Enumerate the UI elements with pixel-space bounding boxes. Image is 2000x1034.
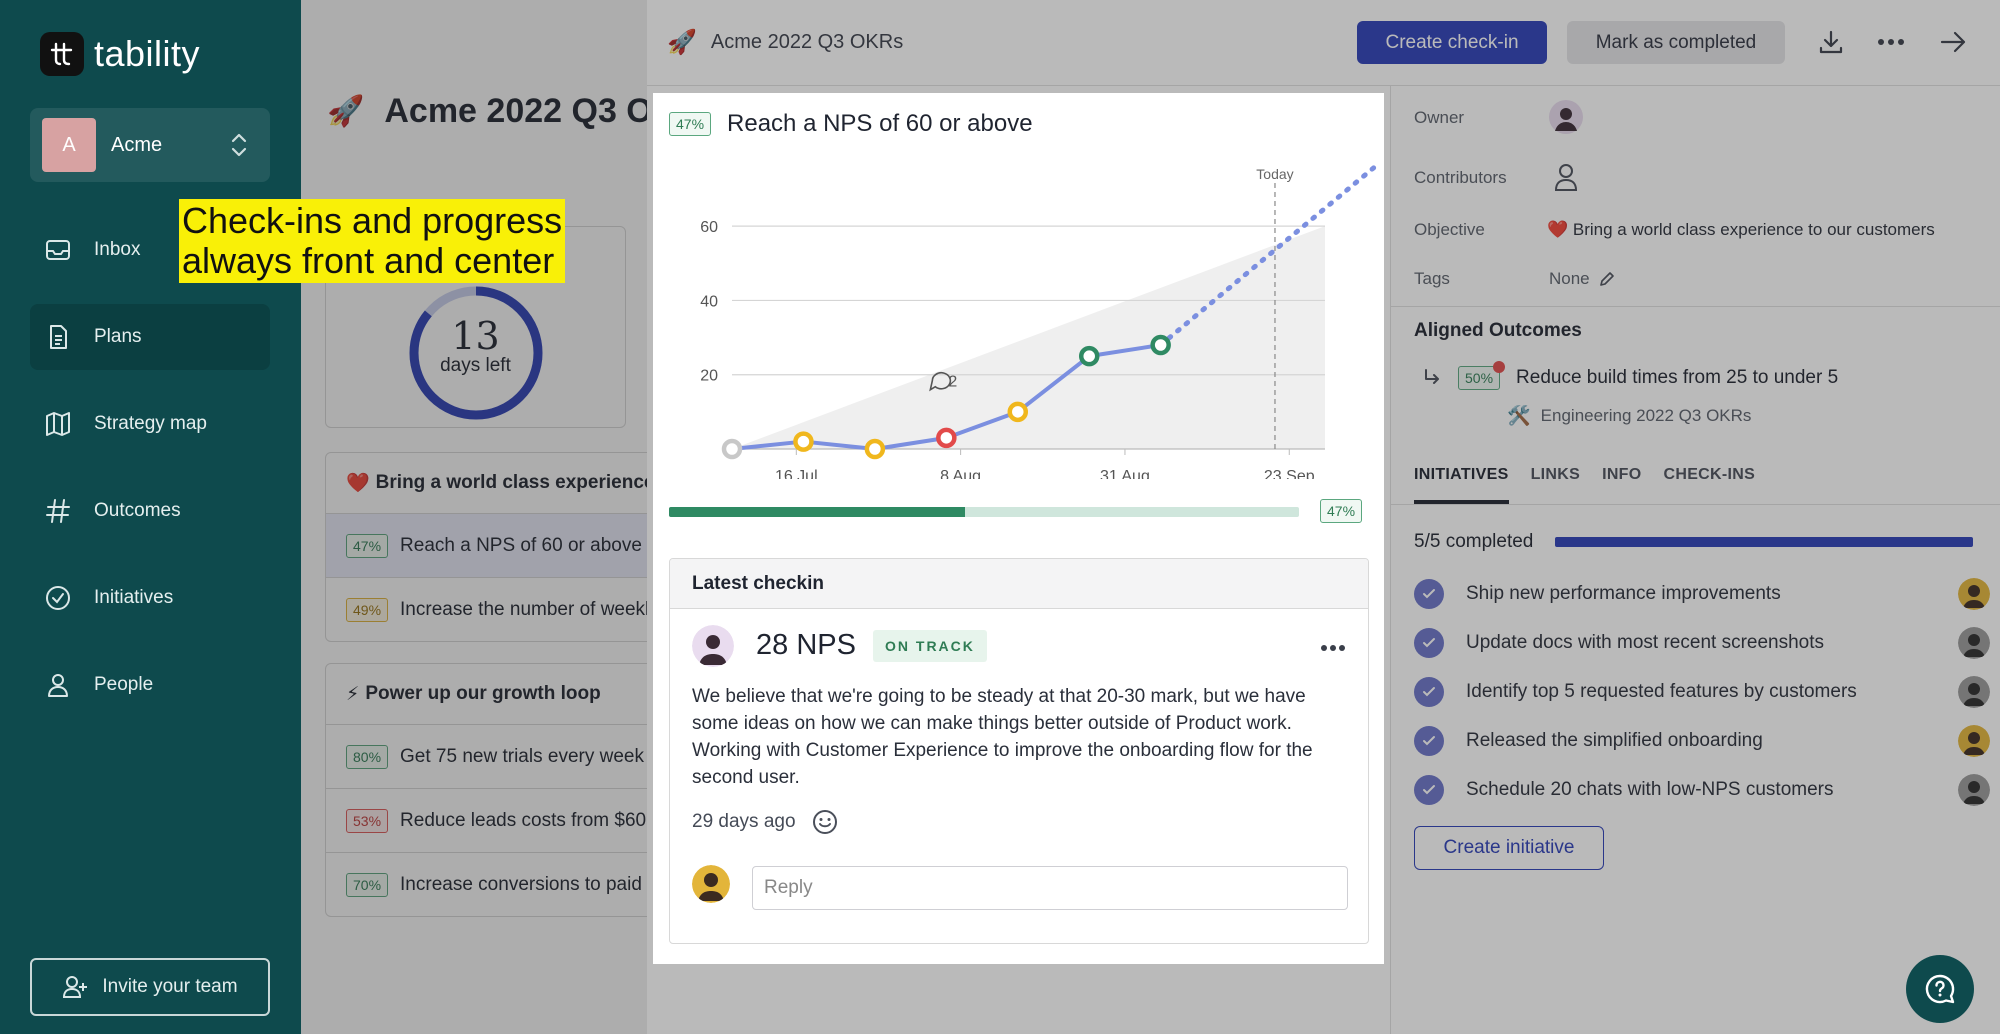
avatar	[692, 865, 730, 903]
workspace-avatar: A	[42, 118, 96, 172]
add-user-icon	[63, 976, 88, 998]
sidebar-item-outcomes[interactable]: Outcomes	[30, 478, 270, 544]
chevron-up-down-icon	[231, 133, 247, 157]
checkin-time: 29 days ago	[692, 811, 796, 832]
checkin-more-button[interactable]	[1320, 639, 1346, 657]
sidebar-item-strategy-map[interactable]: Strategy map	[30, 391, 270, 457]
data-point	[793, 431, 814, 452]
person-icon	[48, 674, 68, 697]
data-point	[864, 438, 886, 460]
y-tick-label: 20	[700, 368, 718, 385]
kr-title: Reach a NPS of 60 or above	[727, 110, 1033, 137]
x-tick-label: 23 Sep	[1264, 468, 1315, 479]
document-icon	[50, 325, 67, 349]
emoji-reaction-icon[interactable]	[812, 809, 838, 835]
workspace-switcher[interactable]: A Acme	[30, 108, 270, 182]
latest-checkin-card: Latest checkin 28 NPS ON TRACK We believ…	[669, 558, 1369, 944]
sidebar-nav: Inbox Plans Strategy map Outcomes Initia…	[30, 217, 270, 739]
invite-team-label: Invite your team	[102, 976, 238, 997]
checkin-body: We believe that we're going to be steady…	[692, 686, 1313, 788]
sidebar-item-initiatives[interactable]: Initiatives	[30, 565, 270, 631]
progress-chart[interactable]: 20 40 60 16 Jul 8 Aug 31 Aug 23 Sep Today 2	[653, 159, 1384, 479]
checkin-meta: 29 days ago	[692, 809, 838, 835]
progress-bar-fill	[669, 507, 966, 517]
chat-question-icon	[1925, 974, 1955, 1004]
hash-icon	[46, 499, 70, 523]
status-badge: ON TRACK	[873, 630, 987, 662]
sidebar-item-label: Outcomes	[94, 500, 181, 521]
invite-team-button[interactable]: Invite your team	[30, 958, 270, 1016]
inbox-icon	[46, 240, 70, 260]
workspace-name: Acme	[111, 133, 163, 156]
checkin-score: 28 NPS	[756, 629, 856, 661]
more-horizontal-icon	[1321, 645, 1345, 651]
latest-checkin-header: Latest checkin	[670, 559, 1368, 609]
x-tick-label: 8 Aug	[940, 468, 981, 479]
focused-outcome-panel: 47% Reach a NPS of 60 or above 20 40 60 16 …	[653, 93, 1384, 964]
sidebar-item-plans[interactable]: Plans	[30, 304, 270, 370]
progress-badge: 47%	[1320, 499, 1363, 523]
data-point	[721, 438, 743, 460]
feature-callout: Check-ins and progress always front and …	[179, 199, 566, 283]
x-tick-label: 16 Jul	[775, 468, 818, 479]
y-tick-label: 40	[700, 293, 718, 310]
data-point	[1078, 345, 1100, 367]
y-tick-label: 60	[700, 219, 718, 236]
sidebar-item-label: Strategy map	[94, 413, 207, 434]
help-button[interactable]	[1906, 955, 1974, 1023]
progress-badge: 47%	[669, 112, 712, 136]
map-icon	[46, 412, 70, 436]
sidebar-item-people[interactable]: People	[30, 652, 270, 718]
x-tick-label: 31 Aug	[1100, 468, 1150, 479]
logo-icon	[40, 32, 84, 76]
app-name: tability	[94, 33, 201, 74]
data-point	[1007, 401, 1029, 423]
kr-heading: 47% Reach a NPS of 60 or above	[669, 110, 1033, 138]
data-point	[1150, 334, 1171, 356]
avatar[interactable]	[692, 625, 734, 667]
today-label: Today	[1256, 166, 1293, 182]
progress-bar	[669, 507, 1299, 517]
sidebar: tability A Acme Inbox Plans Strategy map…	[0, 0, 301, 1034]
logo[interactable]: tability	[40, 32, 200, 76]
comment-count: 2	[948, 374, 957, 391]
sidebar-item-label: Inbox	[94, 239, 141, 260]
sidebar-item-label: People	[94, 674, 154, 695]
sidebar-item-label: Initiatives	[94, 587, 174, 608]
reply-input[interactable]: Reply	[752, 866, 1348, 910]
target-area	[732, 226, 1325, 449]
check-circle-icon	[46, 586, 70, 610]
sidebar-item-label: Plans	[94, 326, 142, 347]
data-point	[936, 427, 957, 449]
